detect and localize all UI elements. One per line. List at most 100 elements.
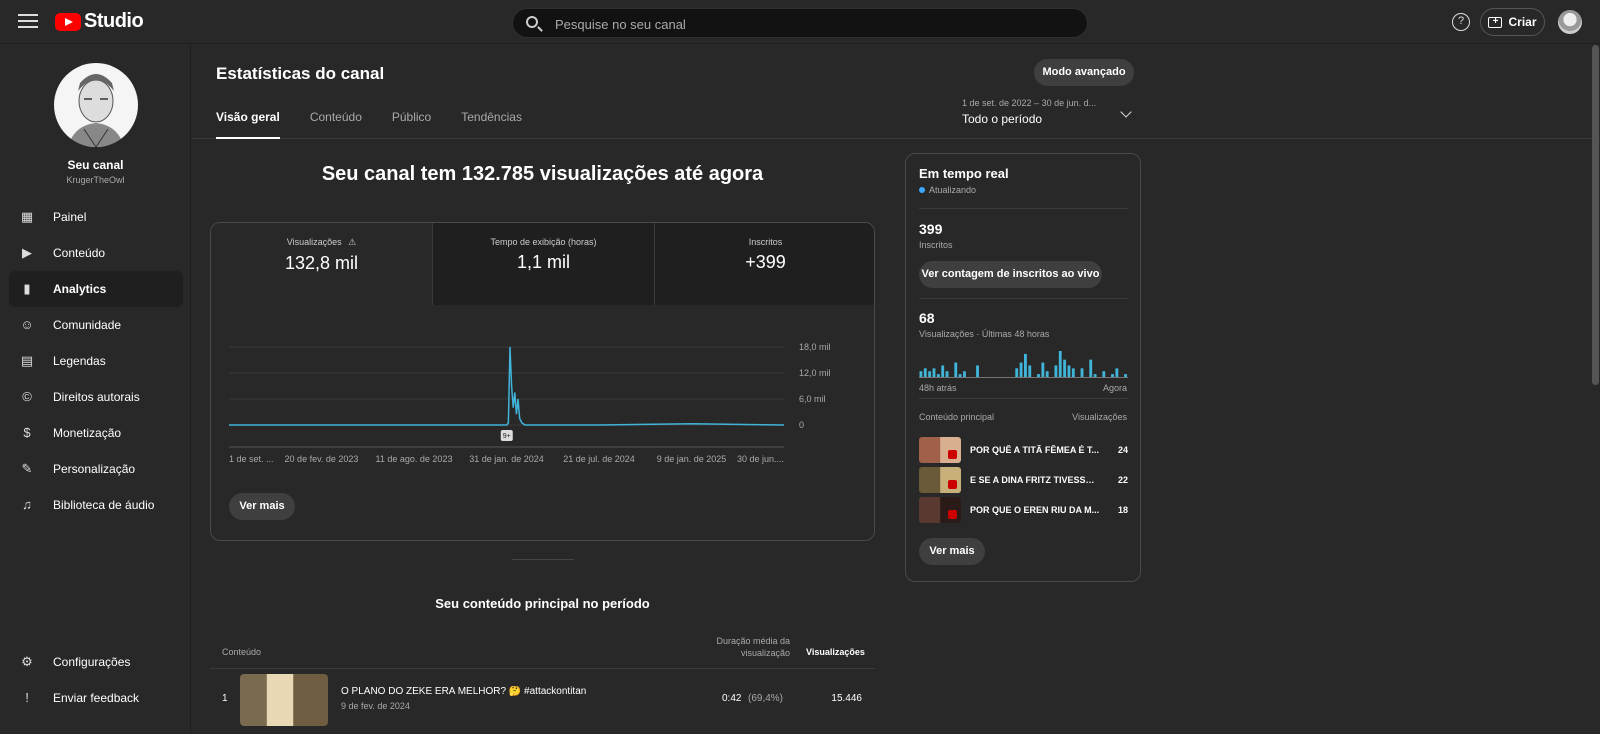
realtime-status: Atualizando (919, 185, 976, 195)
channel-handle: KrugerTheOwl (66, 175, 125, 185)
realtime-bar (1093, 374, 1097, 377)
y-tick-label: 12,0 mil (799, 368, 831, 378)
realtime-item[interactable]: POR QUE O EREN RIU DA M... 18 (919, 497, 1128, 523)
shorts-icon (948, 450, 957, 459)
sidebar-item-customization[interactable]: ✎ Personalização (9, 451, 183, 487)
realtime-bar (1080, 368, 1084, 377)
metric-watch-time-tab[interactable]: Tempo de exibição (horas) 1,1 mil (432, 223, 654, 305)
metric-subscribers-tab[interactable]: Inscritos +399 (654, 223, 874, 305)
realtime-item[interactable]: E SE A DINA FRITZ TIVESSE ... 22 (919, 467, 1128, 493)
col-content-header: Conteúdo (222, 647, 262, 657)
realtime-bar (1028, 365, 1032, 377)
x-tick-label: 1 de set. ... (229, 454, 274, 464)
x-tick-label: 9 de jan. de 2025 (657, 454, 727, 464)
realtime-see-more-button[interactable]: Ver mais (919, 538, 985, 565)
warning-icon[interactable]: ⚠ (348, 237, 356, 247)
status-label: Atualizando (929, 185, 977, 195)
video-thumbnail[interactable] (240, 674, 328, 726)
sidebar-item-label: Analytics (53, 282, 107, 296)
col-views-header[interactable]: Visualizações (806, 647, 865, 657)
tab-audience[interactable]: Público (392, 110, 431, 139)
sidebar-item-analytics[interactable]: ▮ Analytics (9, 271, 183, 307)
menu-icon[interactable] (18, 14, 38, 30)
realtime-bar (1037, 374, 1040, 377)
realtime-bar (1024, 353, 1027, 377)
series-line (229, 346, 785, 426)
x-tick-label: 20 de fev. de 2023 (285, 454, 359, 464)
see-more-button[interactable]: Ver mais (229, 493, 295, 520)
sidebar-item-dashboard[interactable]: ▦ Painel (9, 199, 183, 235)
create-label: Criar (1508, 15, 1537, 29)
sidebar-item-label: Painel (53, 210, 87, 224)
copyright-icon: © (22, 389, 32, 404)
realtime-item[interactable]: POR QUÊ A TITÃ FÊMEA É T... 24 (919, 437, 1128, 463)
metric-views-tab[interactable]: Visualizações ⚠ 132,8 mil (211, 223, 432, 305)
realtime-bar-chart[interactable] (919, 346, 1128, 378)
channel-avatar[interactable] (54, 63, 138, 147)
advanced-mode-button[interactable]: Modo avançado (1034, 59, 1134, 86)
page-title: Estatísticas do canal (216, 64, 385, 83)
help-icon[interactable]: ? (1452, 13, 1470, 31)
y-tick-label: 0 (799, 420, 804, 430)
realtime-subscribers-value: 399 (919, 221, 943, 237)
sidebar-item-monetization[interactable]: $ Monetização (9, 415, 183, 451)
avg-duration: 0:42 (722, 693, 742, 704)
community-icon: ☺ (20, 317, 34, 332)
col-duration-header[interactable]: Duração média da visualização (690, 635, 790, 659)
customization-icon: ✎ (21, 461, 33, 476)
realtime-bar (976, 365, 979, 377)
video-title[interactable]: O PLANO DO ZEKE ERA MELHOR? 🤔 #attackont… (341, 686, 641, 697)
realtime-bar (1089, 359, 1093, 377)
marker-label: 9+ (503, 433, 511, 440)
create-button[interactable]: + Criar (1480, 8, 1545, 36)
realtime-views-value: 68 (919, 310, 935, 326)
rt-col-content: Conteúdo principal (919, 412, 995, 422)
realtime-bar (936, 374, 940, 377)
account-avatar[interactable] (1558, 10, 1582, 34)
date-range-text: 1 de set. de 2022 – 30 de jun. d... (962, 98, 1097, 108)
views-chart[interactable]: 18,0 mil 12,0 mil 6,0 mil 0 1 de set. ... 20 … (211, 305, 874, 475)
search-input[interactable] (555, 15, 1055, 33)
sidebar-item-community[interactable]: ☺ Comunidade (9, 307, 183, 343)
sidebar-item-audio-library[interactable]: ♫ Biblioteca de áudio (9, 487, 183, 523)
studio-logo[interactable]: Studio (55, 10, 144, 33)
youtube-logo-icon (55, 12, 81, 31)
top-content-title: Seu conteúdo principal no período (435, 596, 650, 611)
sidebar-item-content[interactable]: ▶ Conteúdo (9, 235, 183, 271)
video-date: 9 de fev. de 2024 (341, 701, 410, 711)
metric-label: Tempo de exibição (horas) (490, 237, 597, 247)
dashboard-icon: ▦ (20, 209, 34, 224)
divider (919, 208, 1128, 209)
divider (919, 298, 1128, 299)
table-row[interactable]: 1 O PLANO DO ZEKE ERA MELHOR? 🤔 #attacko… (210, 669, 875, 729)
realtime-bar (1067, 365, 1071, 377)
sidebar-item-copyright[interactable]: © Direitos autorais (9, 379, 183, 415)
search-bar[interactable] (512, 8, 1088, 38)
realtime-views-label: Visualizações · Últimas 48 horas (919, 329, 1050, 339)
metric-label: Visualizações (286, 237, 342, 247)
page-scrollbar[interactable] (1592, 45, 1599, 385)
audio-library-icon: ♫ (22, 497, 32, 512)
sidebar-item-settings[interactable]: ⚙ Configurações (9, 644, 183, 680)
row-rank: 1 (222, 693, 228, 704)
tab-trends[interactable]: Tendências (461, 110, 522, 139)
sidebar-item-subtitles[interactable]: ▤ Legendas (9, 343, 183, 379)
sidebar-item-feedback[interactable]: ! Enviar feedback (9, 680, 183, 716)
shorts-icon (948, 480, 957, 489)
y-tick-label: 18,0 mil (799, 342, 831, 352)
tab-overview[interactable]: Visão geral (216, 110, 280, 139)
tab-content[interactable]: Conteúdo (310, 110, 362, 139)
realtime-bar (1058, 351, 1062, 377)
search-icon (526, 16, 538, 28)
video-views: 15.446 (831, 693, 862, 704)
subtitles-icon: ▤ (20, 353, 34, 368)
realtime-bar (1054, 365, 1058, 377)
realtime-bar (1115, 368, 1119, 377)
divider (919, 398, 1128, 399)
realtime-item-views: 18 (1117, 505, 1128, 515)
date-range-selector[interactable]: 1 de set. de 2022 – 30 de jun. d... Todo… (962, 98, 1142, 126)
realtime-item-title: E SE A DINA FRITZ TIVESSE ... (970, 475, 1100, 485)
page-header: Estatísticas do canal Modo avançado Visã… (192, 45, 1600, 139)
live-subscriber-count-button[interactable]: Ver contagem de inscritos ao vivo (919, 261, 1102, 288)
channel-title[interactable]: Seu canal (0, 158, 191, 172)
